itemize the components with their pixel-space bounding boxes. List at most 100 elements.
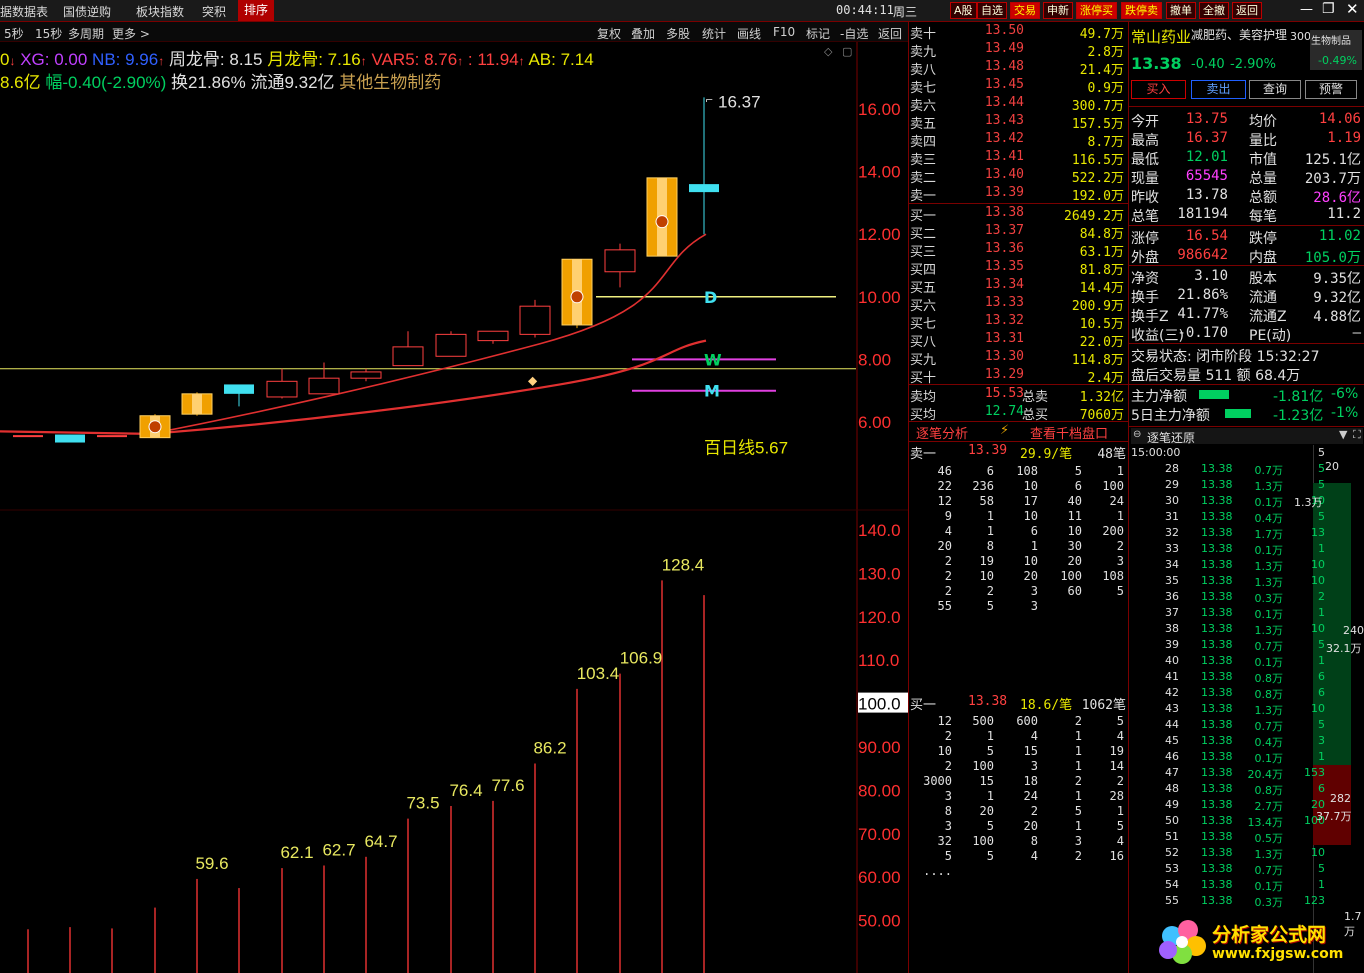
period-5s[interactable]: 5秒	[4, 25, 24, 42]
buy-level-row[interactable]: 买二 13.37 84.8万	[910, 223, 1126, 242]
hundred-day-line-label: 百日线5.67	[704, 438, 788, 457]
trade-button[interactable]: 交易	[1010, 2, 1040, 19]
query-button[interactable]: 查询	[1249, 80, 1301, 99]
level-price: 13.33	[984, 295, 1024, 310]
sell-order-cell: 6	[1030, 524, 1038, 538]
kline-chart[interactable]: 16.00 14.00 12.00 10.00 8.00 6.00 D WM ◆ 16.37 ⌐ 百日…	[0, 42, 908, 973]
sell-order-cell: 2	[1116, 539, 1124, 553]
buy-order-cell: 100	[972, 834, 994, 848]
remove-watchlist-button[interactable]: -自选	[840, 25, 868, 42]
level-price: 13.48	[984, 59, 1024, 74]
buy-level-row[interactable]: 买六 13.33 200.9万	[910, 295, 1126, 314]
sell-level-row[interactable]: 卖一 13.39 192.0万	[910, 185, 1126, 204]
volume-label: 128.4	[662, 555, 705, 574]
price-tick-label: 10.00	[858, 288, 901, 307]
sell-level-row[interactable]: 卖三 13.41 116.5万	[910, 149, 1126, 168]
menu-sector-index[interactable]: 板块指数	[136, 3, 184, 20]
close-icon[interactable]: ✕	[1346, 0, 1359, 18]
return-button[interactable]: 返回	[1232, 2, 1262, 19]
buy-level-row[interactable]: 买八 13.31 22.0万	[910, 331, 1126, 350]
sector-name: 生物制品	[1311, 36, 1351, 47]
tick-row: 52 13.38 1.3万 10	[1165, 846, 1325, 861]
sell-level-row[interactable]: 卖五 13.43 157.5万	[910, 113, 1126, 132]
tick-row: 47 13.38 20.4万 153	[1165, 766, 1325, 781]
buy-level-row[interactable]: 买一 13.38 2649.2万	[910, 205, 1126, 224]
chart-return-button[interactable]: 返回	[878, 25, 902, 42]
tab-depth-view[interactable]: 查看千档盘口	[1030, 423, 1108, 442]
sell-level-row[interactable]: 卖六 13.44 300.7万	[910, 95, 1126, 114]
limit-down-sell-button[interactable]: 跌停卖	[1121, 2, 1162, 19]
sell-level-row[interactable]: 卖九 13.49 2.8万	[910, 41, 1126, 60]
alert-button[interactable]: 预警	[1305, 80, 1357, 99]
minimize-icon[interactable]: —	[1300, 2, 1313, 17]
restore-icon[interactable]: ❐	[1322, 1, 1335, 17]
cancel-all-button[interactable]: 全撤	[1199, 2, 1229, 19]
watchlist-button[interactable]: 自选	[977, 2, 1007, 19]
adjust-button[interactable]: 复权	[597, 25, 621, 42]
sell-level-row[interactable]: 卖二 13.40 522.2万	[910, 167, 1126, 186]
stats-button[interactable]: 统计	[702, 25, 726, 42]
buy-order-cell: 24	[1023, 789, 1038, 803]
weekday: 周三	[893, 5, 918, 19]
quote-row: 外盘 986642 内盘 105.0万	[1131, 247, 1361, 266]
w-label: W	[704, 350, 722, 369]
vol-tick-label: 80.00	[858, 781, 901, 800]
buy-level-row[interactable]: 买九 13.30 114.8万	[910, 349, 1126, 368]
menu-item-4[interactable]: 突积	[202, 3, 226, 20]
expand-icon[interactable]: ⛶	[1353, 428, 1361, 442]
level-label: 买八	[910, 335, 937, 350]
tick-row: 37 13.38 0.1万 1	[1165, 606, 1325, 621]
main-net5-row: 5日主力净额 -1.23亿 -1%	[1131, 405, 1363, 424]
quote-row: 换手 21.86% 流通 9.32亿	[1131, 287, 1361, 306]
menu-data-table[interactable]: 据数据表	[0, 3, 48, 20]
more-menu[interactable]: 更多 >	[112, 25, 150, 42]
a-share-button[interactable]: A股	[950, 2, 977, 19]
f10-button[interactable]: F10	[773, 25, 795, 39]
buy-order-cell: 8	[1030, 834, 1038, 848]
buy-order-cell: 3	[1074, 834, 1082, 848]
buy-level-row[interactable]: 买三 13.36 63.1万	[910, 241, 1126, 260]
sell-button[interactable]: 卖出	[1191, 80, 1246, 99]
mark-button[interactable]: 标记	[806, 25, 830, 42]
buy-button[interactable]: 买入	[1131, 80, 1186, 99]
buy-order-cell: 1	[1074, 729, 1082, 743]
menu-sort[interactable]: 排序	[238, 0, 275, 21]
limit-up-buy-button[interactable]: 涨停买	[1076, 2, 1117, 19]
buy-order-cell: 1	[1074, 744, 1082, 758]
menu-bond-repo[interactable]: 国债逆购	[63, 3, 111, 20]
draw-line-button[interactable]: 画线	[737, 25, 761, 42]
level-price: 13.38	[984, 205, 1024, 220]
multi-period[interactable]: 多周期	[68, 25, 104, 42]
top-menu-bar: 据数据表 国债逆购 板块指数 突积 排序 00:44:11 周三 A股 自选 交…	[0, 0, 1364, 22]
filter-icon[interactable]: ▼	[1339, 428, 1347, 441]
sell-order-cell: 108	[1102, 569, 1124, 583]
overlay-button[interactable]: 叠加	[631, 25, 655, 42]
buy-level-row[interactable]: 买七 13.32 10.5万	[910, 313, 1126, 332]
sell-level-row[interactable]: 卖八 13.48 21.4万	[910, 59, 1126, 78]
level-volume: 116.5万	[1071, 153, 1124, 168]
diamond-marker-icon: ◆	[528, 373, 538, 387]
candle	[181, 392, 213, 416]
ipo-button[interactable]: 申新	[1043, 2, 1073, 19]
multi-stock-button[interactable]: 多股	[666, 25, 690, 42]
level-label: 买二	[910, 227, 937, 242]
tab-tick-analysis[interactable]: 逐笔分析	[916, 423, 968, 442]
buy-level-row[interactable]: 买四 13.35 81.8万	[910, 259, 1126, 278]
sector-box[interactable]: 生物制品 -0.49%	[1310, 30, 1362, 70]
period-15s[interactable]: 15秒	[35, 25, 62, 42]
buy-order-cell: 20	[979, 804, 994, 818]
tick-row: 55 13.38 0.3万 123	[1165, 894, 1325, 909]
sell-level-row[interactable]: 卖十 13.50 49.7万	[910, 23, 1126, 42]
sell-level-row[interactable]: 卖七 13.45 0.9万	[910, 77, 1126, 96]
cancel-order-button[interactable]: 撤单	[1166, 2, 1196, 19]
vol-tick-label: 60.00	[858, 868, 901, 887]
level-volume: 200.9万	[1071, 299, 1124, 314]
signal-marker-icon	[148, 420, 162, 434]
sell-level-row[interactable]: 卖四 13.42 8.7万	[910, 131, 1126, 150]
level-volume: 0.9万	[1087, 81, 1124, 96]
buy-level-row[interactable]: 买十 13.29 2.4万	[910, 367, 1126, 386]
main-net-bar	[1199, 390, 1229, 399]
orderbook-tabs: 逐笔分析 ⚡ 查看千档盘口	[910, 423, 1128, 442]
buy-level-row[interactable]: 买五 13.34 14.4万	[910, 277, 1126, 296]
collapse-icon[interactable]: ⊖	[1133, 429, 1141, 440]
